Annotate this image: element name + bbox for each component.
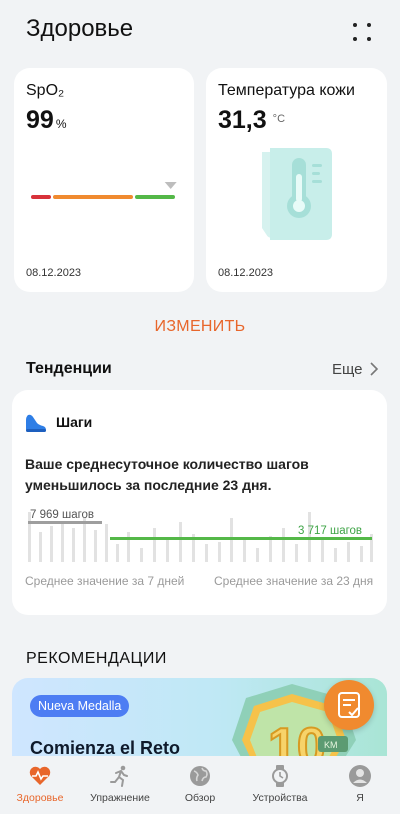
skin-temp-number: 31,3 xyxy=(218,106,267,134)
spo2-range-mid xyxy=(53,195,133,199)
tab-health-label: Здоровье xyxy=(16,792,64,804)
recommendations-heading: РЕКОМЕНДАЦИИ xyxy=(26,650,167,667)
tab-devices-label: Устройства xyxy=(252,792,308,804)
header: Здоровье xyxy=(0,0,400,62)
globe-icon xyxy=(190,766,210,786)
skin-temp-label: Температура кожи xyxy=(218,82,355,99)
tab-exercise-label: Упражнение xyxy=(90,792,150,804)
steps-avg23-caption: Среднее значение за 23 дня xyxy=(214,574,374,588)
new-medal-badge: Nueva Medalla xyxy=(30,695,130,717)
spo2-level-marker xyxy=(164,182,177,189)
tab-health[interactable]: Здоровье xyxy=(0,756,80,814)
bottom-tab-bar: Здоровье Упражнение Обзор Устройства Я xyxy=(0,756,400,814)
spo2-number: 99 xyxy=(26,106,54,134)
steps-avg23-line xyxy=(110,537,372,540)
skin-temp-value: 31,3 °C xyxy=(218,106,285,135)
steps-chart: 7 969 шагов 3 717 шагов xyxy=(28,509,373,562)
tab-me-label: Я xyxy=(356,792,364,804)
steps-avg7-caption: Среднее значение за 7 дней xyxy=(25,574,185,588)
steps-avg23-label: 3 717 шагов xyxy=(298,525,362,537)
watch-icon xyxy=(272,765,288,787)
spo2-range-high xyxy=(135,195,175,199)
tab-overview[interactable]: Обзор xyxy=(160,756,240,814)
heart-pulse-icon xyxy=(29,766,51,785)
steps-description: Ваше среднесуточное количество шагов уме… xyxy=(25,456,309,493)
chevron-right-icon xyxy=(370,362,378,376)
skin-temp-card[interactable]: Температура кожи 31,3 °C 08.12.2023 xyxy=(206,68,387,292)
skin-temp-unit: °C xyxy=(272,113,286,125)
tab-exercise[interactable]: Упражнение xyxy=(80,756,160,814)
trends-more-label: Еще xyxy=(332,361,363,378)
steps-trend-card[interactable]: Шаги Ваше среднесуточное количество шаго… xyxy=(12,390,387,615)
spo2-range-bar xyxy=(31,182,177,199)
profile-icon xyxy=(349,765,371,787)
tab-me[interactable]: Я xyxy=(320,756,400,814)
runner-icon xyxy=(110,765,128,787)
skin-temp-date: 08.12.2023 xyxy=(218,267,274,279)
tab-overview-label: Обзор xyxy=(184,792,216,804)
page-title: Здоровье xyxy=(26,15,134,42)
spo2-range-low xyxy=(31,195,51,199)
spo2-date: 08.12.2023 xyxy=(26,267,82,279)
spo2-label: SpO₂ xyxy=(26,82,65,99)
spo2-card[interactable]: SpO₂ 99% 08.12.2023 xyxy=(14,68,194,292)
edit-cards-button[interactable]: ИЗМЕНИТЬ xyxy=(0,318,400,336)
shoe-icon xyxy=(26,414,46,432)
tasks-fab-button[interactable] xyxy=(324,680,374,730)
steps-title: Шаги xyxy=(56,414,93,430)
more-dots-icon[interactable] xyxy=(350,20,374,44)
steps-avg7-label: 7 969 шагов xyxy=(30,509,94,521)
tab-devices[interactable]: Устройства xyxy=(240,756,320,814)
trends-more-link[interactable]: Еще xyxy=(332,360,379,378)
spo2-unit: % xyxy=(55,117,67,131)
medal-unit: KM xyxy=(324,740,338,750)
clipboard-check-icon xyxy=(338,692,360,718)
steps-avg7-line xyxy=(28,521,102,524)
thermometer-icon xyxy=(262,148,332,240)
trends-heading: Тенденции xyxy=(26,360,112,377)
spo2-value: 99% xyxy=(26,106,66,135)
